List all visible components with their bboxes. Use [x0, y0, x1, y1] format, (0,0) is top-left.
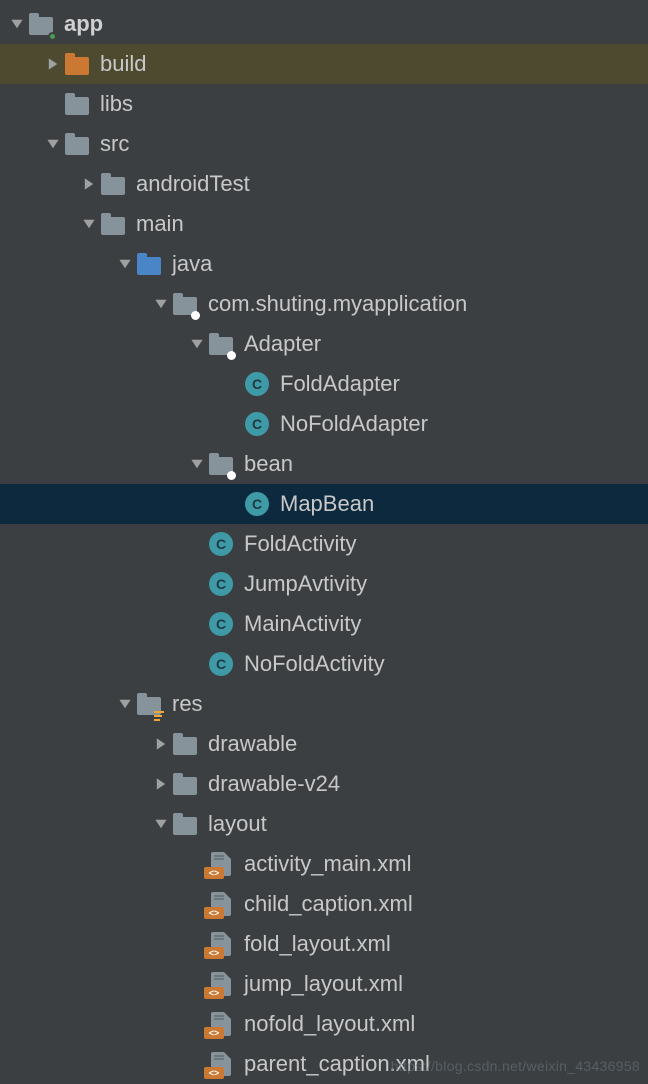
watermark-text: https://blog.csdn.net/weixin_43436958 [391, 1058, 640, 1074]
tree-label: drawable [208, 731, 297, 757]
folder-icon [64, 131, 90, 157]
tree-label: bean [244, 451, 293, 477]
tree-row-foldadapter[interactable]: C FoldAdapter [0, 364, 648, 404]
tree-label: app [64, 11, 103, 37]
folder-blue-icon [136, 251, 162, 277]
tree-row-libs[interactable]: libs [0, 84, 648, 124]
tree-row-androidTest[interactable]: androidTest [0, 164, 648, 204]
tree-label: com.shuting.myapplication [208, 291, 467, 317]
tree-row-java[interactable]: java [0, 244, 648, 284]
tree-label: jump_layout.xml [244, 971, 403, 997]
tree-label: java [172, 251, 212, 277]
tree-row-nofoldactivity[interactable]: C NoFoldActivity [0, 644, 648, 684]
tree-label: NoFoldActivity [244, 651, 385, 677]
java-class-icon: C [208, 531, 234, 557]
tree-label: libs [100, 91, 133, 117]
tree-label: androidTest [136, 171, 250, 197]
tree-row-main[interactable]: main [0, 204, 648, 244]
xml-file-icon: <> [208, 1011, 234, 1037]
tree-label: MapBean [280, 491, 374, 517]
tree-row-drawablev24[interactable]: drawable-v24 [0, 764, 648, 804]
tree-label: NoFoldAdapter [280, 411, 428, 437]
folder-orange-icon [64, 51, 90, 77]
package-folder-icon [208, 451, 234, 477]
xml-file-icon: <> [208, 851, 234, 877]
java-class-icon: C [208, 651, 234, 677]
folder-icon [172, 731, 198, 757]
folder-icon [100, 211, 126, 237]
tree-row-pkg[interactable]: com.shuting.myapplication [0, 284, 648, 324]
tree-row-build[interactable]: build [0, 44, 648, 84]
tree-row-mainactivity[interactable]: C MainActivity [0, 604, 648, 644]
tree-row-drawable[interactable]: drawable [0, 724, 648, 764]
chevron-down-icon[interactable] [6, 17, 28, 31]
chevron-down-icon[interactable] [150, 297, 172, 311]
project-tree[interactable]: app buildlibs src androidTest main java … [0, 0, 648, 1084]
tree-row-nofoldadapter[interactable]: C NoFoldAdapter [0, 404, 648, 444]
tree-row-bean[interactable]: bean [0, 444, 648, 484]
chevron-down-icon[interactable] [114, 257, 136, 271]
java-class-icon: C [244, 411, 270, 437]
chevron-down-icon[interactable] [186, 457, 208, 471]
java-class-icon: C [244, 491, 270, 517]
tree-label: Adapter [244, 331, 321, 357]
folder-icon [100, 171, 126, 197]
tree-label: fold_layout.xml [244, 931, 391, 957]
tree-label: MainActivity [244, 611, 361, 637]
chevron-right-icon[interactable] [42, 57, 64, 71]
tree-row-nofold_layout[interactable]: <> nofold_layout.xml [0, 1004, 648, 1044]
tree-row-jumpavtivity[interactable]: C JumpAvtivity [0, 564, 648, 604]
module-folder-icon [28, 11, 54, 37]
tree-label: layout [208, 811, 267, 837]
chevron-down-icon[interactable] [150, 817, 172, 831]
java-class-icon: C [208, 571, 234, 597]
tree-label: res [172, 691, 203, 717]
tree-row-fold_layout[interactable]: <> fold_layout.xml [0, 924, 648, 964]
java-class-icon: C [244, 371, 270, 397]
tree-label: FoldActivity [244, 531, 356, 557]
tree-label: nofold_layout.xml [244, 1011, 415, 1037]
tree-row-res[interactable]: res [0, 684, 648, 724]
java-class-icon: C [208, 611, 234, 637]
tree-row-mapbean[interactable]: C MapBean [0, 484, 648, 524]
chevron-down-icon[interactable] [114, 697, 136, 711]
xml-file-icon: <> [208, 931, 234, 957]
tree-label: child_caption.xml [244, 891, 413, 917]
tree-label: build [100, 51, 146, 77]
tree-row-src[interactable]: src [0, 124, 648, 164]
tree-row-app[interactable]: app [0, 4, 648, 44]
tree-row-layout[interactable]: layout [0, 804, 648, 844]
tree-label: src [100, 131, 129, 157]
tree-label: main [136, 211, 184, 237]
resources-folder-icon [136, 691, 162, 717]
xml-file-icon: <> [208, 891, 234, 917]
folder-icon [172, 771, 198, 797]
tree-label: JumpAvtivity [244, 571, 367, 597]
tree-row-foldactivity[interactable]: C FoldActivity [0, 524, 648, 564]
tree-label: FoldAdapter [280, 371, 400, 397]
tree-row-adapter[interactable]: Adapter [0, 324, 648, 364]
folder-icon [64, 91, 90, 117]
tree-row-activity_main[interactable]: <> activity_main.xml [0, 844, 648, 884]
chevron-right-icon[interactable] [78, 177, 100, 191]
package-folder-icon [208, 331, 234, 357]
xml-file-icon: <> [208, 1051, 234, 1077]
chevron-down-icon[interactable] [78, 217, 100, 231]
package-folder-icon [172, 291, 198, 317]
chevron-down-icon[interactable] [186, 337, 208, 351]
tree-row-child_caption[interactable]: <> child_caption.xml [0, 884, 648, 924]
chevron-down-icon[interactable] [42, 137, 64, 151]
tree-label: activity_main.xml [244, 851, 411, 877]
tree-label: drawable-v24 [208, 771, 340, 797]
chevron-right-icon[interactable] [150, 777, 172, 791]
xml-file-icon: <> [208, 971, 234, 997]
folder-icon [172, 811, 198, 837]
tree-row-jump_layout[interactable]: <> jump_layout.xml [0, 964, 648, 1004]
chevron-right-icon[interactable] [150, 737, 172, 751]
